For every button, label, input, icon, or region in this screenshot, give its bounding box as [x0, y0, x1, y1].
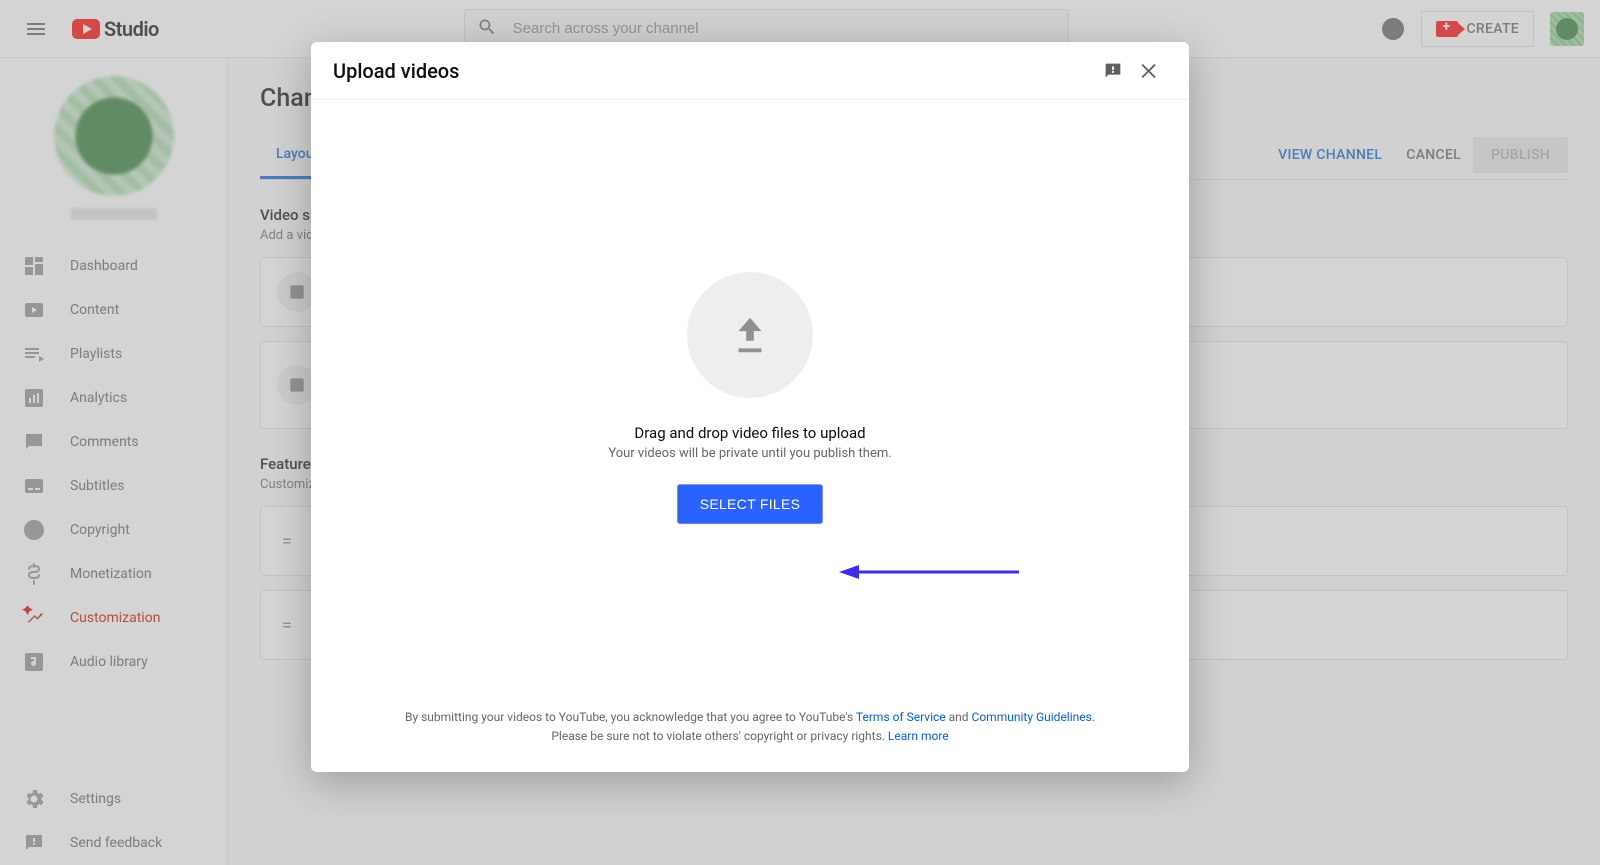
modal-title: Upload videos — [333, 59, 1095, 83]
tos-link[interactable]: Terms of Service — [856, 710, 946, 724]
dropzone-text: Drag and drop video files to upload — [634, 424, 865, 442]
upload-videos-modal: Upload videos Drag and drop video files … — [311, 42, 1189, 772]
select-files-button[interactable]: SELECT FILES — [678, 485, 823, 523]
close-icon[interactable] — [1131, 53, 1167, 89]
dropzone-subtext: Your videos will be private until you pu… — [608, 446, 891, 461]
modal-legal: By submitting your videos to YouTube, yo… — [311, 696, 1189, 772]
annotation-arrow — [839, 562, 1019, 582]
upload-icon — [687, 272, 813, 398]
learn-more-link[interactable]: Learn more — [888, 729, 949, 743]
upload-dropzone[interactable]: Drag and drop video files to upload Your… — [311, 100, 1189, 696]
guidelines-link[interactable]: Community Guidelines — [972, 710, 1092, 724]
feedback-icon[interactable] — [1095, 53, 1131, 89]
